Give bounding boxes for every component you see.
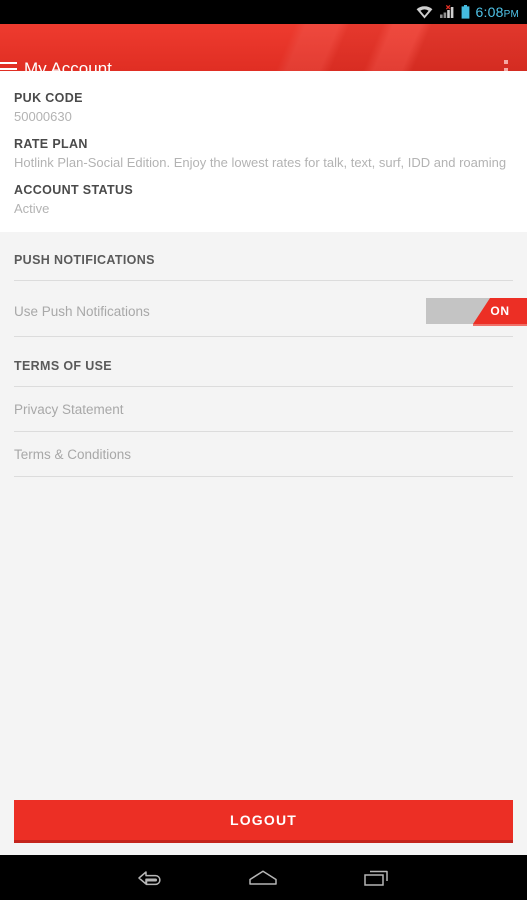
settings-section: PUSH NOTIFICATIONS Use Push Notification… (0, 232, 527, 855)
app-bar: My Account (0, 24, 527, 71)
list-item-terms-conditions[interactable]: Terms & Conditions (14, 447, 131, 462)
wifi-icon (416, 5, 432, 18)
android-screen: 6:08PM My Account PUK CODE 50000630 RATE… (0, 0, 527, 900)
recent-apps-icon[interactable] (342, 855, 412, 900)
puk-code-value: 50000630 (14, 109, 72, 124)
android-navigation-bar (0, 855, 527, 900)
toggle-underline (473, 324, 527, 326)
divider (14, 336, 513, 337)
divider (14, 280, 513, 281)
account-status-label: ACCOUNT STATUS (14, 183, 134, 197)
back-icon[interactable] (115, 855, 185, 900)
home-icon[interactable] (228, 855, 298, 900)
status-bar-clock: 6:08PM (476, 5, 519, 20)
logout-button[interactable]: LOGOUT (14, 800, 513, 843)
push-notifications-header: PUSH NOTIFICATIONS (14, 253, 155, 267)
status-bar: 6:08PM (0, 0, 527, 24)
toggle-state-label: ON (490, 304, 510, 318)
clock-time: 6:08 (475, 3, 504, 20)
rate-plan-value: Hotlink Plan-Social Edition. Enjoy the l… (14, 155, 507, 170)
divider (14, 431, 513, 432)
page-title: My Account (24, 59, 112, 71)
account-info-section: PUK CODE 50000630 RATE PLAN Hotlink Plan… (0, 71, 527, 232)
terms-of-use-header: TERMS OF USE (14, 359, 112, 373)
account-status-value: Active (14, 201, 50, 216)
divider (14, 476, 513, 477)
overflow-menu-icon[interactable] (496, 59, 516, 71)
clock-ampm: PM (503, 8, 519, 20)
hamburger-menu-icon[interactable] (0, 62, 17, 71)
divider (14, 386, 513, 387)
puk-code-label: PUK CODE (14, 91, 83, 105)
push-notifications-toggle[interactable]: ON (426, 298, 527, 326)
list-item-privacy-statement[interactable]: Privacy Statement (14, 402, 124, 417)
battery-icon (461, 5, 469, 19)
rate-plan-label: RATE PLAN (14, 137, 88, 151)
signal-no-service-icon (439, 5, 453, 18)
use-push-notifications-label: Use Push Notifications (14, 304, 150, 319)
